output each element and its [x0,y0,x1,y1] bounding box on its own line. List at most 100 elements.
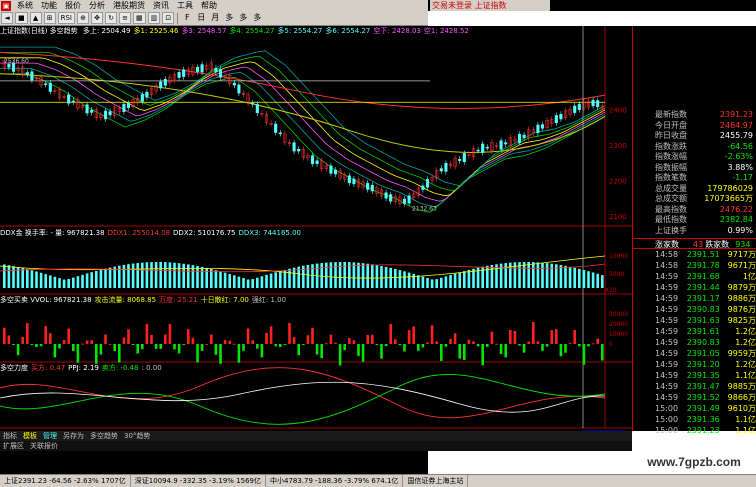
toolbar-icon-10[interactable]: ▥ [147,12,161,24]
ddx-bar [440,277,443,288]
vol-bar [481,344,484,366]
menu-item-3[interactable]: 分析 [85,0,109,11]
menu-item-6[interactable]: 工具 [173,0,197,11]
ddx-item-2: DDX2: 510176.75 [173,229,236,237]
ddx-bar [196,266,199,288]
bottom-tab-5[interactable]: 30°趋势 [121,431,153,441]
force-panel-header: 多空力度 买方: 0.47 PPJ: 2.19 卖方: -0.48: 0.00 [0,364,165,373]
period-button-1[interactable]: 日 [195,12,207,24]
candle-body [48,82,52,92]
vol-item-3: 十日散红: 7.00 [200,296,249,304]
ddx-bar [26,269,29,288]
vol-bar [453,333,457,344]
bottom-tab-0[interactable]: 指标 [0,431,20,441]
status-segment-1: 深证10094.9 -332.35 -3.19% 1569亿 [131,475,266,487]
vol-bar [274,344,277,347]
toolbar-icon-2[interactable]: ▲ [29,12,42,24]
period-button-2[interactable]: 月 [209,12,221,24]
vol-bar [210,334,213,344]
vol-bar [141,344,144,350]
ext-tab-0[interactable]: 扩展区 [0,441,27,451]
candle-body [25,72,29,75]
tick-volume: 1亿 [742,272,756,281]
ddx-bar [407,272,411,288]
ddx-bar [223,272,227,288]
ddx-bar [131,263,135,288]
candle-body [333,169,338,175]
ddx-bar [256,277,259,288]
vol-bar [223,340,227,344]
ddx-bar [200,266,204,288]
ddx-bar [173,262,176,288]
vol-bar [591,343,595,345]
vol-bar [435,341,438,344]
vol-bar [568,343,572,345]
candle-body [559,114,563,120]
ddx-item-3: DDX3: 744165.00 [238,229,301,237]
bottom-tab-1[interactable]: 模板 [20,431,40,441]
tick-time: 14:59 [655,382,679,391]
period-button-0[interactable]: F [181,12,193,24]
toolbar-icon-11[interactable]: ⊡ [162,12,175,24]
ddx-bar [164,262,167,288]
tick-price: 2391.36 [686,415,720,424]
menu-item-0[interactable]: 系统 [13,0,37,11]
price-axis-label: 2400 [609,106,627,114]
toolbar-icon-5[interactable]: ⊕ [77,12,89,24]
bottom-tab-4[interactable]: 多空趋势 [87,431,121,441]
menu-item-1[interactable]: 功能 [37,0,61,11]
menu-item-5[interactable]: 资讯 [149,0,173,11]
ddx-bar [99,269,103,288]
menu-item-4[interactable]: 港股期货 [109,0,149,11]
bottom-tab-3[interactable]: 另存为 [60,431,87,441]
tick-volume: 9959万 [727,349,756,358]
period-button-4[interactable]: 多 [237,12,249,24]
toolbar-icon-9[interactable]: ▦ [133,12,146,24]
ddx-bar [463,271,466,288]
vol-bar [246,328,250,344]
toolbar-icon-7[interactable]: ↻ [105,12,117,24]
vol-bar [159,344,162,349]
toolbar-icon-8[interactable]: ≡ [119,12,131,24]
toolbar-icon-4[interactable]: RSI [57,12,75,24]
vol-bar [177,344,181,354]
quote-value: 17073665万 [704,194,753,203]
quote-key: 总成交量 [655,183,687,193]
vol-bar [440,344,443,361]
vol-bar [338,344,342,366]
quote-value: 2391.23 [719,110,753,119]
candle-body [573,105,577,113]
ddx-bar [403,271,406,288]
vol-bar [53,344,57,358]
ddx-bar [168,262,172,288]
vol-bar [329,334,333,344]
ext-tab-1[interactable]: 关联报价 [27,441,61,451]
vol-bar [417,344,420,351]
vol-bar [12,344,15,345]
menu-item-2[interactable]: 报价 [61,0,85,11]
ddx-bar [449,275,452,288]
toolbar-icon-1[interactable]: ■ [15,12,28,24]
vol-bar [518,344,521,346]
vol-bar [292,337,296,344]
tick-row: 14:59 2391.20 1.2亿 [633,359,756,370]
vol-bar [127,329,130,344]
toolbar-icon-3[interactable]: ⊞ [43,12,56,24]
toolbar-icon-0[interactable]: ◄ [1,12,13,24]
period-button-3[interactable]: 多 [223,12,235,24]
vol-bar [311,327,314,344]
period-button-5[interactable]: 多 [251,12,263,24]
ddx-bar [228,273,231,288]
app-logo-icon: ▣ [1,0,11,11]
chart-area[interactable]: 2400 2300 2200 2100 2536.60 2132.63 10000 5000 X… [0,26,632,431]
ddx-bar [292,267,296,288]
quote-key: 总成交额 [655,194,687,203]
candle-body [389,194,393,202]
status-segment-0: 上证2391.23 -64.56 -2.63% 1707亿 [0,475,131,487]
ddx-bar [122,264,126,288]
bottom-tab-2[interactable]: 管理 [40,431,60,441]
menu-item-7[interactable]: 帮助 [197,0,221,11]
quote-key: 最新指数 [655,110,687,119]
toolbar-icon-6[interactable]: ✥ [91,12,103,24]
ddx-bar [559,265,563,288]
